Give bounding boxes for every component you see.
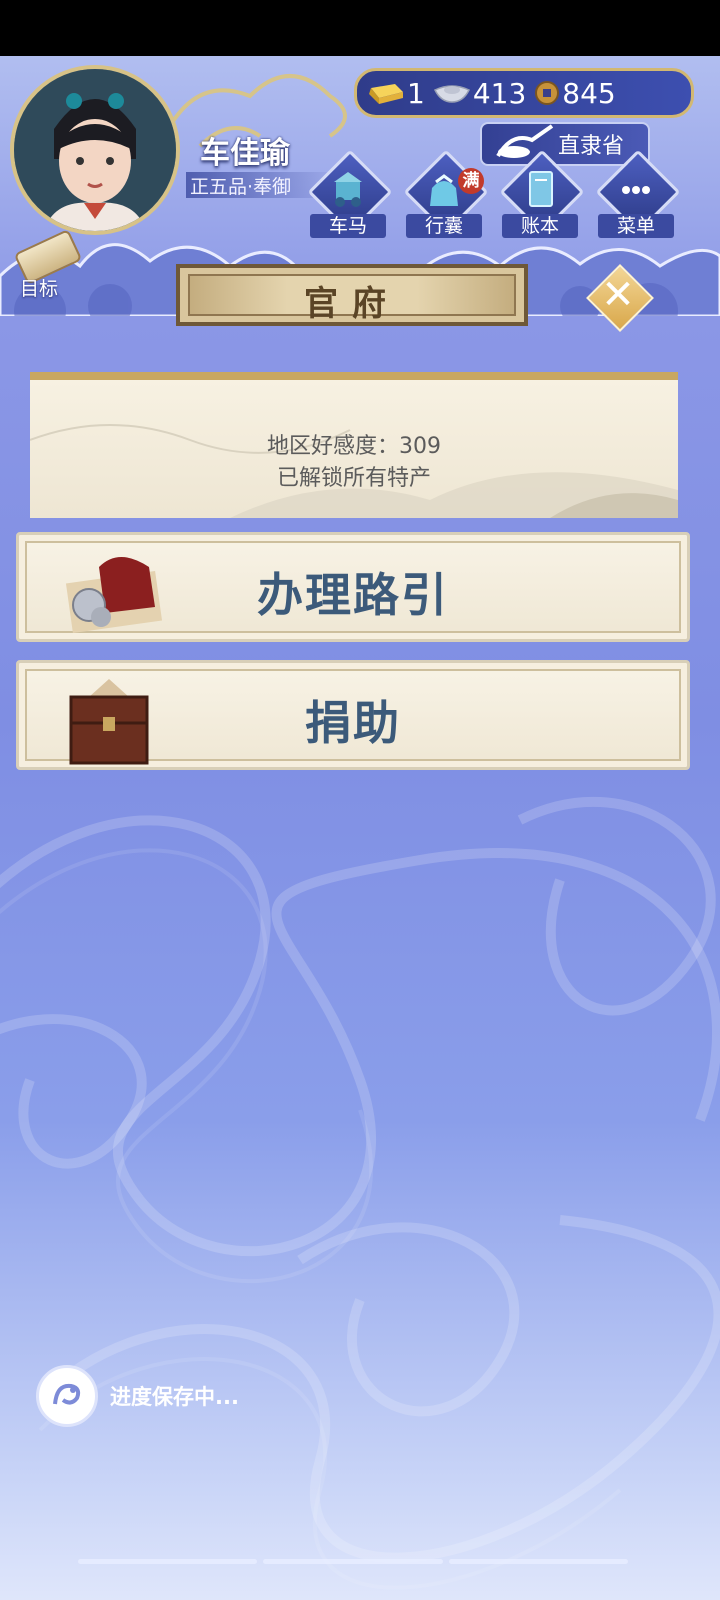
bag-icon: [430, 174, 458, 206]
copper-currency: 845: [534, 76, 616, 110]
silver-ingot-icon: [433, 85, 470, 103]
location-name: 直隶省: [558, 134, 625, 159]
donate-card[interactable]: 捐助: [16, 660, 690, 770]
menu-bag-button[interactable]: 满 行囊: [403, 149, 489, 238]
specialty-status: 已解锁所有特产: [276, 466, 431, 491]
target-label: 目标: [20, 278, 59, 300]
copper-coin-icon: [535, 81, 560, 105]
save-status: 进度保存中...: [36, 1365, 239, 1427]
player-name: 车佳瑜: [200, 136, 290, 171]
page-title-banner: 官府: [176, 264, 528, 326]
bag-full-badge: 满: [458, 168, 484, 194]
travel-pass-label: 办理路引: [257, 568, 449, 622]
menu-more-label: 菜单: [598, 214, 674, 238]
target-button[interactable]: 目标: [10, 228, 83, 300]
donate-label: 捐助: [305, 696, 401, 750]
menu-bag-label: 行囊: [406, 214, 482, 238]
menu-carriage-button[interactable]: 车马: [307, 149, 393, 238]
more-icon: [622, 186, 650, 194]
ledger-icon: [529, 171, 553, 207]
status-bar: [0, 0, 720, 56]
copper-amount: 845: [562, 76, 616, 110]
menu-more-button[interactable]: 菜单: [595, 149, 681, 238]
location-button[interactable]: 直隶省: [480, 122, 650, 166]
close-icon: ✕: [601, 272, 635, 318]
gold-bar-icon: [369, 84, 403, 104]
carriage-icon: [334, 172, 362, 207]
travel-pass-card[interactable]: 办理路引: [16, 532, 690, 642]
gold-amount: 1: [407, 76, 425, 110]
menu-carriage-label: 车马: [310, 214, 386, 238]
currency-bar: 1 413 845: [354, 68, 694, 118]
menu-ledger-label: 账本: [502, 214, 578, 238]
silver-amount: 413: [472, 76, 527, 110]
save-status-text: 进度保存中...: [110, 1385, 239, 1409]
avatar-portrait-icon: [14, 69, 176, 231]
dragon-seal-icon: [36, 1365, 98, 1427]
menu-ledger-button[interactable]: 账本: [499, 149, 585, 238]
page-title: 官府: [304, 284, 400, 324]
player-avatar[interactable]: [10, 65, 180, 235]
region-info-panel: 地区好感度：309 已解锁所有特产: [30, 372, 678, 518]
region-favor: 地区好感度：309: [267, 434, 441, 459]
silver-currency: 413: [433, 77, 526, 110]
gold-currency: 1: [365, 77, 425, 110]
gesture-navigation-bar: [78, 1559, 628, 1564]
close-button[interactable]: ✕: [586, 264, 654, 332]
